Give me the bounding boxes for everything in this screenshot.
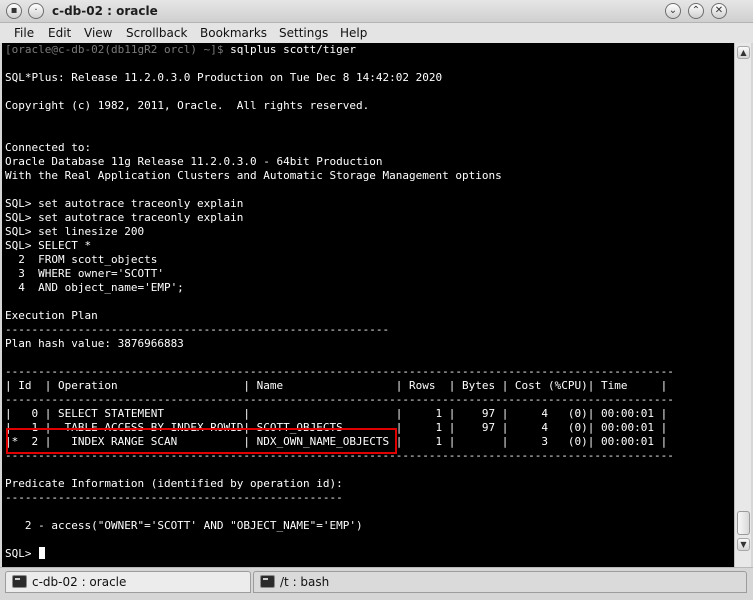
terminal-line: Plan hash value: 3876966883 [5, 337, 184, 350]
plan-table-header: | Id | Operation | Name | Rows | Bytes |… [5, 379, 668, 392]
window-menu-icon[interactable]: ▪ [6, 3, 22, 19]
menu-file[interactable]: File [14, 26, 34, 40]
tab-label: c-db-02 : oracle [32, 575, 127, 589]
terminal-line: Connected to: [5, 141, 92, 154]
chevron-up-icon: ▲ [740, 48, 747, 57]
terminal-line: 4 AND object_name='EMP'; [5, 281, 184, 294]
terminal-line: SQL> set linesize 200 [5, 225, 145, 238]
menu-scrollback[interactable]: Scrollback [126, 26, 187, 40]
terminal-line: ----------------------------------------… [5, 365, 674, 378]
menu-view[interactable]: View [84, 26, 112, 40]
plan-table-row: | 0 | SELECT STATEMENT | | 1 | 97 | 4 (0… [5, 407, 668, 420]
terminal-output[interactable]: [oracle@c-db-02(db11gR2 orcl) ~]$ sqlplu… [2, 43, 734, 567]
terminal-line: ----------------------------------------… [5, 393, 674, 406]
terminal-line: Execution Plan [5, 309, 98, 322]
scroll-thumb[interactable] [737, 511, 750, 535]
terminal-line: SQL*Plus: Release 11.2.0.3.0 Production … [5, 71, 443, 84]
menu-settings[interactable]: Settings [279, 26, 328, 40]
sql-prompt: SQL> [5, 547, 39, 560]
terminal-line: 3 WHERE owner='SCOTT' [5, 267, 164, 280]
close-button[interactable]: ✕ [711, 3, 727, 19]
terminal-cursor [39, 547, 46, 559]
terminal-line: ----------------------------------------… [5, 323, 390, 336]
terminal-line: Predicate Information (identified by ope… [5, 477, 343, 490]
terminal-line: With the Real Application Clusters and A… [5, 169, 502, 182]
session-tab-bar: c-db-02 : oracle /t : bash [0, 567, 753, 600]
scroll-down-button[interactable]: ▼ [737, 538, 750, 551]
menu-help[interactable]: Help [340, 26, 367, 40]
terminal-line: SQL> set autotrace traceonly explain [5, 211, 244, 224]
terminal-scrollbar[interactable]: ▲ ▼ [734, 43, 751, 567]
terminal-icon [12, 575, 27, 588]
tab-t-bash[interactable]: /t : bash [253, 571, 747, 593]
chevron-up-icon: ⌃ [691, 5, 701, 16]
terminal-line: SQL> set autotrace traceonly explain [5, 197, 244, 210]
shell-command: sqlplus scott/tiger [223, 43, 356, 56]
maximize-button[interactable]: ⌃ [688, 3, 704, 19]
menu-edit[interactable]: Edit [48, 26, 71, 40]
window-title: c-db-02 : oracle [52, 4, 158, 18]
sql-prompt-line: SQL> [5, 547, 46, 561]
pin-icon[interactable]: · [28, 3, 44, 19]
terminal-line: 2 - access("OWNER"='SCOTT' AND "OBJECT_N… [5, 519, 363, 532]
terminal-line: Copyright (c) 1982, 2011, Oracle. All ri… [5, 99, 370, 112]
menu-bar: File Edit View Scrollback Bookmarks Sett… [0, 23, 753, 43]
tab-c-db-02-oracle[interactable]: c-db-02 : oracle [5, 571, 251, 593]
terminal-line: [oracle@c-db-02(db11gR2 orcl) ~]$ sqlplu… [5, 43, 356, 57]
close-icon: ✕ [714, 5, 724, 16]
minimize-button[interactable]: ⌄ [665, 3, 681, 19]
terminal-icon [260, 575, 275, 588]
chevron-down-icon: ▼ [740, 540, 747, 549]
menu-bookmarks[interactable]: Bookmarks [200, 26, 267, 40]
terminal-line: 2 FROM scott_objects [5, 253, 158, 266]
terminal-line: SQL> SELECT * [5, 239, 92, 252]
highlight-annotation [6, 428, 397, 454]
terminal-line: Oracle Database 11g Release 11.2.0.3.0 -… [5, 155, 383, 168]
shell-prompt: [oracle@c-db-02(db11gR2 orcl) ~]$ [5, 43, 224, 56]
scroll-up-button[interactable]: ▲ [737, 46, 750, 59]
terminal-line: ----------------------------------------… [5, 491, 343, 504]
tab-label: /t : bash [280, 575, 330, 589]
chevron-down-icon: ⌄ [668, 5, 678, 16]
title-bar: ▪ · c-db-02 : oracle ⌄ ⌃ ✕ [0, 0, 753, 23]
